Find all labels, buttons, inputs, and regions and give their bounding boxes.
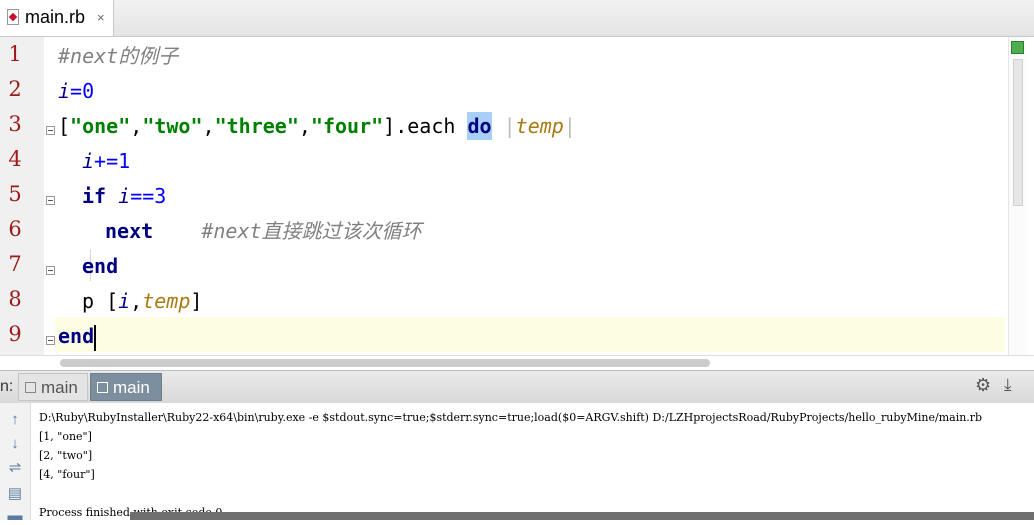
close-icon[interactable]: ×: [97, 10, 105, 25]
horizontal-scrollbar[interactable]: [0, 355, 1034, 370]
console-horizontal-scrollbar[interactable]: [130, 512, 1034, 520]
current-line-highlight: [55, 317, 1005, 352]
console-command: D:\Ruby\RubyInstaller\Ruby22-x64\bin\rub…: [39, 411, 983, 424]
string: "one": [70, 114, 131, 138]
comment: #next直接跳过该次循环: [201, 219, 422, 243]
code-line-2[interactable]: i=0: [58, 74, 94, 109]
gear-icon[interactable]: ⚙: [975, 375, 991, 396]
bracket: ]: [190, 289, 203, 313]
block-param: temp: [515, 114, 564, 138]
variable-i: i: [118, 184, 131, 208]
string: "three": [214, 114, 299, 138]
variable-i: i: [82, 149, 95, 173]
comma: ,: [298, 114, 311, 138]
comma: ,: [202, 114, 215, 138]
variable-i: i: [118, 289, 131, 313]
number: 1: [118, 149, 131, 173]
code-editor[interactable]: 1 2 3 4 5 6 7 8 9 #next的例子 i=0 ["one","t…: [0, 37, 1034, 355]
arrow-up-icon[interactable]: ↑: [6, 411, 24, 429]
line-number: 4: [8, 147, 22, 171]
run-config-icon: [97, 382, 108, 393]
block-param: temp: [142, 289, 191, 313]
run-panel-header: n: main main ⚙ ⤓: [0, 370, 1034, 404]
each-call: ].each: [383, 114, 468, 138]
code-line-7[interactable]: end: [82, 249, 118, 284]
pipe: |: [563, 114, 576, 138]
line-number: 6: [8, 217, 22, 241]
horizontal-scroll-thumb[interactable]: [60, 359, 710, 367]
tab-run-main-2[interactable]: main: [90, 373, 162, 401]
line-number: 2: [8, 77, 22, 101]
keyword-if: if: [82, 184, 107, 208]
string: "two": [142, 114, 203, 138]
operator: =: [70, 79, 83, 103]
code-line-8[interactable]: p [i,temp]: [82, 284, 202, 319]
soft-wrap-icon[interactable]: ⇌: [6, 459, 24, 477]
minimize-icon[interactable]: ⤓: [1004, 375, 1012, 395]
ruby-file-icon: [7, 9, 19, 25]
code-line-5[interactable]: if i==3: [82, 179, 166, 214]
clear-icon[interactable]: ▬: [6, 507, 24, 525]
run-config-icon: [25, 382, 36, 393]
pipe: |: [503, 114, 516, 138]
keyword-next: next: [105, 219, 154, 243]
fold-marker-icon[interactable]: [46, 336, 55, 345]
keyword-end: end: [58, 324, 95, 348]
tab-run-main-1[interactable]: main: [18, 373, 88, 401]
fold-marker-icon[interactable]: [46, 126, 55, 135]
line-number: 8: [8, 287, 22, 311]
arrow-down-icon[interactable]: ↓: [6, 435, 24, 453]
keyword-end: end: [82, 254, 119, 278]
operator: +=: [94, 149, 119, 173]
code-line-4[interactable]: i+=1: [82, 144, 130, 179]
bracket: [: [58, 114, 71, 138]
comma: ,: [130, 114, 143, 138]
editor-tab-bar: main.rb ×: [0, 0, 1034, 37]
comma: ,: [130, 289, 143, 313]
line-number: 7: [8, 252, 22, 276]
console-toolbar: ↑ ↓ ⇌ ▤ ▬: [0, 403, 31, 524]
print-call: p [: [82, 289, 119, 313]
fold-marker-icon[interactable]: [46, 196, 55, 205]
code-line-1[interactable]: #next的例子: [58, 39, 178, 74]
number: 3: [154, 184, 167, 208]
console-output[interactable]: D:\Ruby\RubyInstaller\Ruby22-x64\bin\rub…: [31, 403, 1034, 520]
console-output-line: [2, "two"]: [39, 449, 93, 462]
console-output-line: [4, "four"]: [39, 468, 95, 481]
fold-marker-icon[interactable]: [46, 266, 55, 275]
keyword-do: do: [467, 112, 492, 140]
line-gutter: 1 2 3 4 5 6 7 8 9: [0, 37, 44, 355]
line-number: 3: [8, 112, 22, 136]
variable-i: i: [58, 79, 71, 103]
comment: #next的例子: [58, 44, 179, 68]
tab-main-rb[interactable]: main.rb ×: [0, 0, 114, 36]
string: "four": [310, 114, 384, 138]
code-line-9[interactable]: end: [58, 319, 97, 354]
console-output-line: [1, "one"]: [39, 430, 92, 443]
tab-label: main.rb: [25, 7, 86, 27]
line-number: 1: [8, 42, 22, 66]
number: 0: [82, 79, 95, 103]
code-line-3[interactable]: ["one","two","three","four"].each do |te…: [58, 109, 576, 144]
analysis-status-icon[interactable]: [1011, 41, 1024, 54]
line-number: 5: [8, 182, 22, 206]
operator: ==: [130, 184, 155, 208]
print-icon[interactable]: ▤: [6, 485, 24, 503]
code-line-6[interactable]: next #next直接跳过该次循环: [105, 214, 422, 249]
vertical-scroll-thumb[interactable]: [1013, 59, 1023, 206]
line-number: 9: [8, 322, 22, 346]
text-caret: [94, 324, 97, 351]
run-tab-label: main: [41, 378, 78, 397]
run-tab-label: main: [113, 378, 150, 397]
run-panel-label: n:: [0, 378, 14, 395]
